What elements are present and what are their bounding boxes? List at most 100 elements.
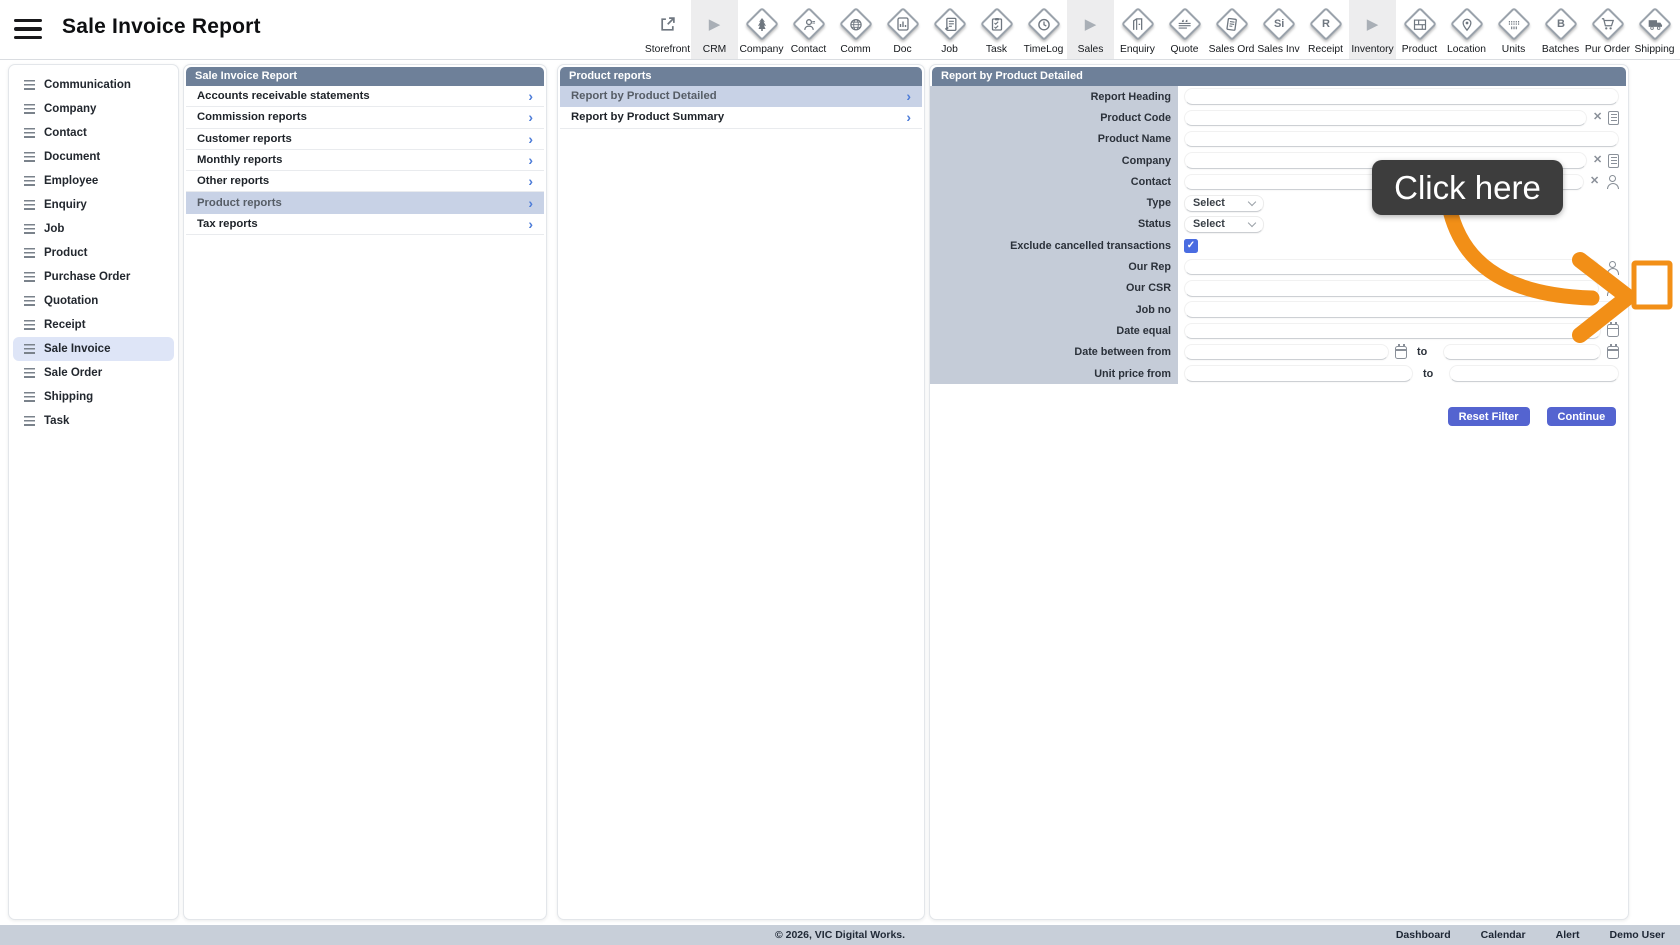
timelog-clock-icon (1032, 7, 1056, 41)
enquiry-door-icon (1126, 7, 1150, 41)
toolbar-item-label: Batches (1542, 44, 1579, 55)
toolbar-item-quote[interactable]: Quote (1161, 0, 1208, 59)
our-csr-input[interactable] (1184, 280, 1599, 297)
toolbar-item-comm[interactable]: Comm (832, 0, 879, 59)
company-tree-icon (750, 7, 774, 41)
toolbar-item-job[interactable]: Job (926, 0, 973, 59)
date-equal-input[interactable] (1184, 323, 1601, 340)
location-pin-icon (1455, 7, 1479, 41)
unit-price-to-input[interactable] (1449, 365, 1619, 382)
report-menu-item-tax-reports[interactable]: Tax reports (186, 214, 544, 235)
sidebar-item-shipping[interactable]: Shipping (13, 385, 174, 409)
report-heading-input[interactable] (1184, 88, 1619, 105)
type-select[interactable]: Select (1184, 195, 1264, 212)
calendar-icon[interactable] (1395, 346, 1407, 359)
form-row: Date between from to (930, 342, 1628, 363)
unit-price-from-input[interactable] (1184, 365, 1413, 382)
toolbar-item-label: Sales Inv (1257, 44, 1299, 55)
toolbar-item-sales-inv[interactable]: SiSales Inv (1255, 0, 1302, 59)
product-lookup-book-icon[interactable] (1608, 111, 1619, 125)
toolbar-item-batches[interactable]: BBatches (1537, 0, 1584, 59)
toolbar-item-units[interactable]: Units (1490, 0, 1537, 59)
our-rep-input[interactable] (1184, 259, 1599, 276)
clear-x-icon[interactable] (1593, 155, 1602, 166)
toolbar-item-contact[interactable]: Contact (785, 0, 832, 59)
sidebar-item-label: Job (44, 223, 64, 235)
hamburger-menu-icon[interactable] (14, 19, 42, 40)
continue-button[interactable]: Continue (1547, 407, 1617, 426)
product-name-input[interactable] (1184, 131, 1619, 148)
footer-link-alert[interactable]: Alert (1541, 929, 1595, 941)
sidebar-item-communication[interactable]: Communication (13, 73, 174, 97)
clear-x-icon[interactable] (1593, 112, 1602, 123)
sidebar-item-purchase-order[interactable]: Purchase Order (13, 265, 174, 289)
sidebar-item-sale-invoice[interactable]: Sale Invoice (13, 337, 174, 361)
report-menu-item-customer-reports[interactable]: Customer reports (186, 129, 544, 150)
date-between-from-input[interactable] (1184, 344, 1389, 361)
footer-link-calendar[interactable]: Calendar (1466, 929, 1541, 941)
toolbar-item-sales[interactable]: ▶Sales (1067, 0, 1114, 59)
sidebar-item-receipt[interactable]: Receipt (13, 313, 174, 337)
report-menu-item-label: Customer reports (197, 133, 292, 145)
our-rep-person-lookup-icon[interactable] (1605, 260, 1619, 275)
doc-chart-icon (891, 7, 915, 41)
toolbar-item-storefront[interactable]: Storefront (644, 0, 691, 59)
sidebar-item-document[interactable]: Document (13, 145, 174, 169)
toolbar-item-location[interactable]: Location (1443, 0, 1490, 59)
toolbar-item-label: TimeLog (1024, 44, 1064, 55)
sidebar-item-company[interactable]: Company (13, 97, 174, 121)
calendar-icon[interactable] (1607, 324, 1619, 337)
report-menu-item-accounts-receivable-statements[interactable]: Accounts receivable statements (186, 86, 544, 107)
list-lines-icon (24, 200, 35, 210)
toolbar-item-label: Job (941, 44, 958, 55)
form-row: Exclude cancelled transactions (930, 235, 1628, 256)
clear-x-icon[interactable] (1590, 176, 1599, 187)
sidebar-item-contact[interactable]: Contact (13, 121, 174, 145)
play-arrow-icon: ▶ (1367, 7, 1379, 41)
job-no-input[interactable] (1184, 301, 1619, 318)
toolbar-item-crm[interactable]: ▶CRM (691, 0, 738, 59)
list-lines-icon (24, 176, 35, 186)
exclude-cancelled-label: Exclude cancelled transactions (930, 235, 1178, 256)
toolbar-item-receipt[interactable]: RReceipt (1302, 0, 1349, 59)
product-grid-icon (1408, 7, 1432, 41)
date-between-to-input[interactable] (1443, 344, 1601, 361)
toolbar-item-enquiry[interactable]: Enquiry (1114, 0, 1161, 59)
report-menu-item-product-reports[interactable]: Product reports (186, 192, 544, 213)
status-select[interactable]: Select (1184, 216, 1264, 233)
contact-person-lookup-icon[interactable] (1605, 174, 1619, 189)
footer-link-dashboard[interactable]: Dashboard (1381, 929, 1466, 941)
company-lookup-book-icon[interactable] (1608, 154, 1619, 168)
toolbar-item-label: Location (1447, 44, 1486, 55)
sidebar-item-task[interactable]: Task (13, 409, 174, 433)
footer-link-demo-user[interactable]: Demo User (1595, 929, 1680, 941)
play-arrow-icon: ▶ (1085, 7, 1097, 41)
report-menu-item-other-reports[interactable]: Other reports (186, 171, 544, 192)
sidebar-item-employee[interactable]: Employee (13, 169, 174, 193)
report-menu-item-commission-reports[interactable]: Commission reports (186, 107, 544, 128)
exclude-cancelled-checkbox[interactable] (1184, 239, 1198, 253)
toolbar-item-company[interactable]: Company (738, 0, 785, 59)
product-code-input[interactable] (1184, 110, 1587, 127)
sidebar-item-quotation[interactable]: Quotation (13, 289, 174, 313)
toolbar-item-product[interactable]: Product (1396, 0, 1443, 59)
footer-link-label: Demo User (1610, 929, 1665, 941)
cart-icon (1596, 7, 1620, 41)
toolbar-item-sales-ord[interactable]: Sales Ord (1208, 0, 1255, 59)
toolbar-item-pur-order[interactable]: Pur Order (1584, 0, 1631, 59)
toolbar-item-shipping[interactable]: Shipping (1631, 0, 1678, 59)
our-csr-person-lookup-icon[interactable] (1605, 281, 1619, 296)
sidebar-item-enquiry[interactable]: Enquiry (13, 193, 174, 217)
reset-filter-button[interactable]: Reset Filter (1448, 407, 1530, 426)
calendar-icon[interactable] (1607, 346, 1619, 359)
toolbar-item-timelog[interactable]: TimeLog (1020, 0, 1067, 59)
sidebar-item-sale-order[interactable]: Sale Order (13, 361, 174, 385)
sidebar-item-product[interactable]: Product (13, 241, 174, 265)
product-report-item-report-by-product-summary[interactable]: Report by Product Summary (560, 107, 922, 128)
toolbar-item-inventory[interactable]: ▶Inventory (1349, 0, 1396, 59)
sidebar-item-job[interactable]: Job (13, 217, 174, 241)
toolbar-item-doc[interactable]: Doc (879, 0, 926, 59)
toolbar-item-task[interactable]: Task (973, 0, 1020, 59)
product-report-item-report-by-product-detailed[interactable]: Report by Product Detailed (560, 86, 922, 107)
report-menu-item-monthly-reports[interactable]: Monthly reports (186, 150, 544, 171)
